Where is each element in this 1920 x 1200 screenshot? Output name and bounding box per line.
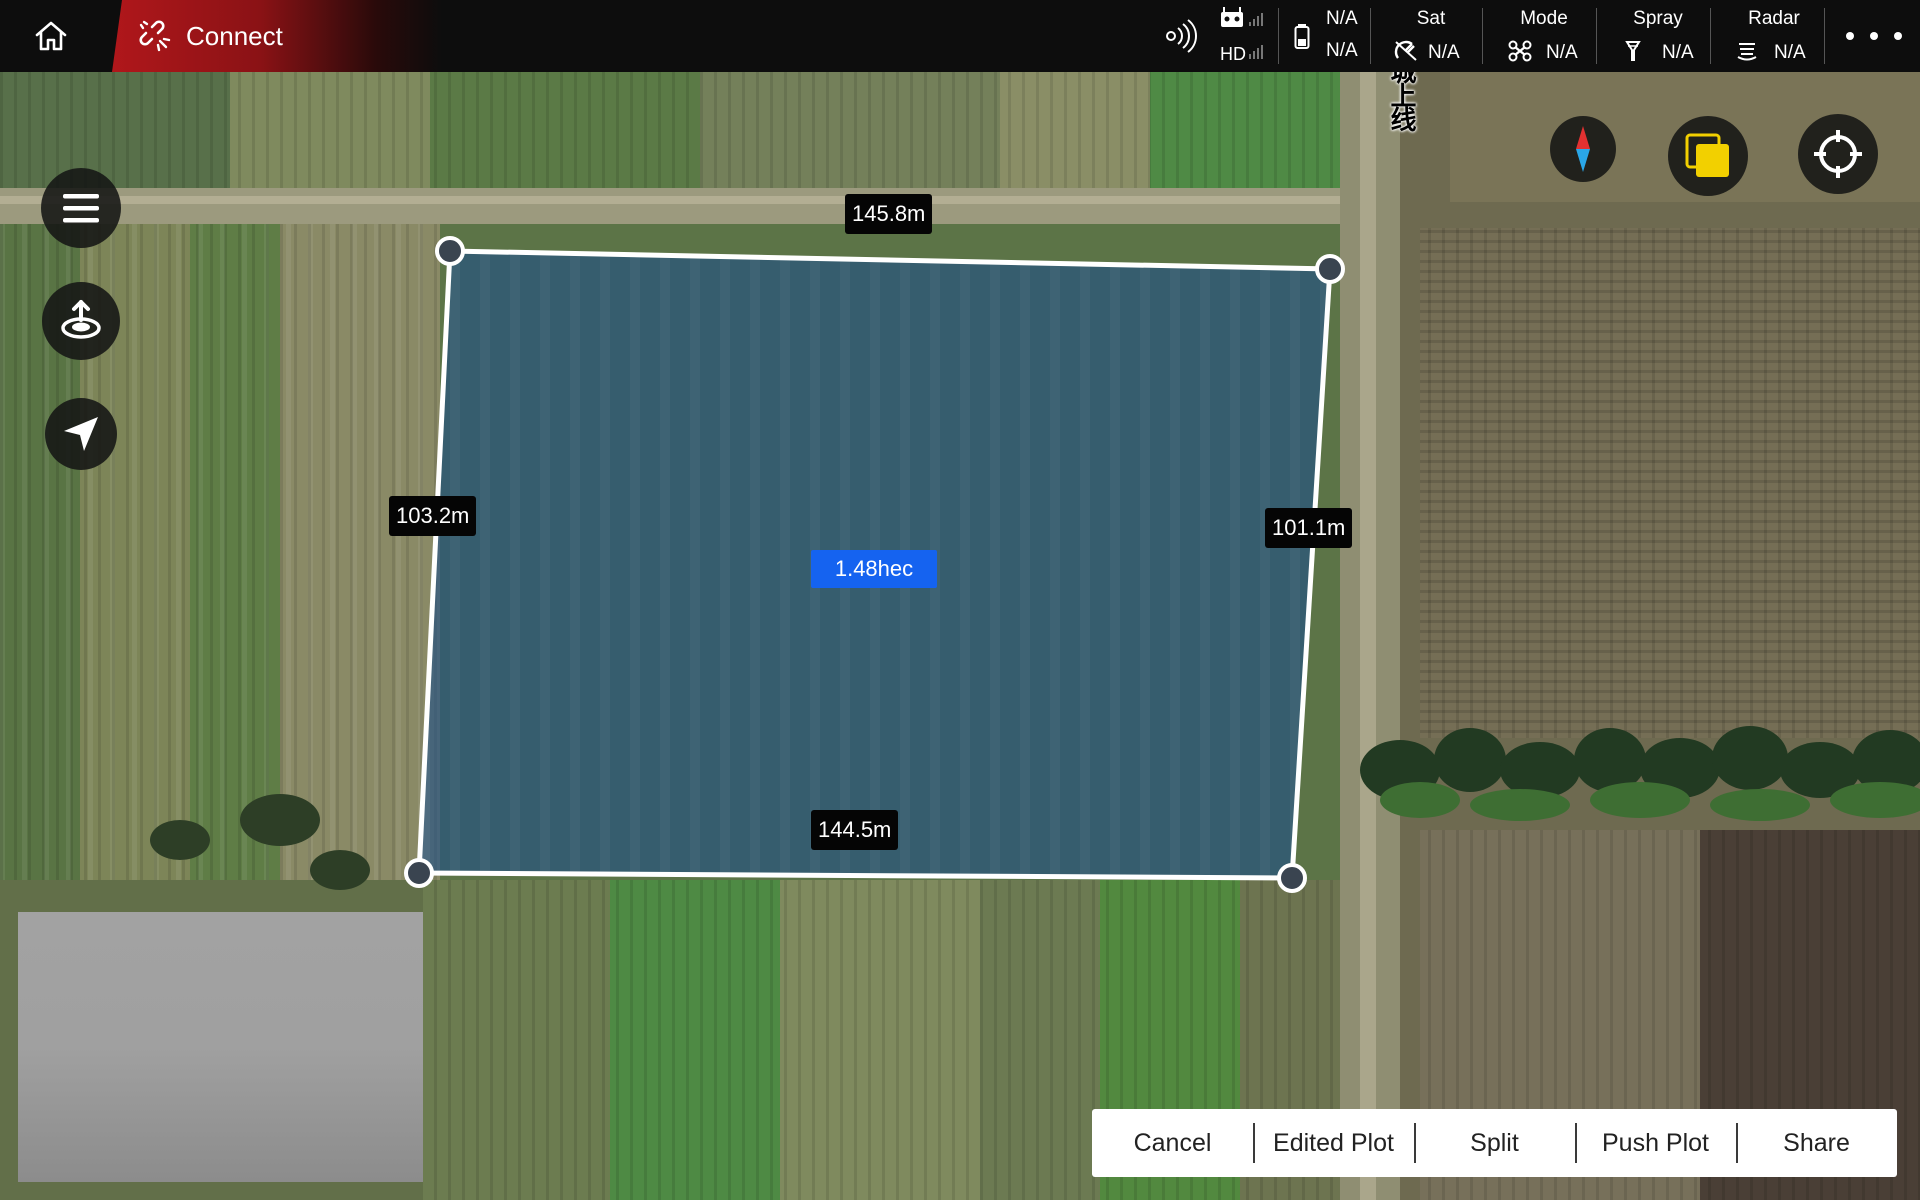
- push-plot-button[interactable]: Push Plot: [1575, 1109, 1736, 1177]
- home-button[interactable]: [22, 14, 80, 58]
- spray-icon: [1625, 41, 1641, 61]
- plot-area-label: 1.48hec: [811, 550, 937, 588]
- remote-controller-icon: [1221, 7, 1263, 27]
- navigation-arrow-icon: [64, 417, 98, 451]
- battery-value: N/A: [1326, 8, 1358, 29]
- edge-length-top: 145.8m: [845, 194, 933, 234]
- cancel-button[interactable]: Cancel: [1092, 1109, 1253, 1177]
- crosshair-icon: [1814, 130, 1862, 178]
- battery-icon: [1294, 24, 1310, 49]
- more-dot-icon: [1894, 32, 1902, 40]
- split-button[interactable]: Split: [1414, 1109, 1575, 1177]
- navigate-to-position-button[interactable]: [45, 398, 117, 470]
- edge-length-right: 101.1m: [1265, 508, 1353, 548]
- edge-length-left: 103.2m: [389, 496, 477, 536]
- compass-button[interactable]: [1550, 116, 1616, 182]
- takeoff-button[interactable]: [42, 282, 120, 360]
- battery-status: N/A N/A: [1290, 0, 1380, 72]
- spray-value: N/A: [1662, 42, 1694, 63]
- recenter-button[interactable]: [1798, 114, 1878, 194]
- home-icon: [35, 21, 67, 51]
- signal-status: HD: [1218, 0, 1268, 72]
- spray-status: Spray N/A: [1608, 0, 1708, 72]
- layers-icon: [1685, 133, 1729, 177]
- radar-status: Radar N/A: [1722, 0, 1826, 72]
- hamburger-menu-icon: [63, 194, 99, 223]
- map-layers-button[interactable]: [1668, 116, 1748, 196]
- hd-label: HD: [1220, 44, 1246, 64]
- radar-icon: [1737, 43, 1757, 61]
- camera-preview[interactable]: [18, 912, 423, 1182]
- vertex-handle-bottom-right[interactable]: [1277, 863, 1307, 893]
- top-status-bar: Connect HD N/A N/A Sat N/A Mode N/A Spra…: [0, 0, 1920, 72]
- radar-value: N/A: [1774, 42, 1806, 63]
- hd-signal-bars-icon: [1249, 45, 1263, 59]
- hd-value: N/A: [1326, 40, 1358, 61]
- more-menu-button[interactable]: [1846, 22, 1902, 50]
- share-button[interactable]: Share: [1736, 1109, 1897, 1177]
- sat-value: N/A: [1428, 42, 1460, 63]
- sat-title: Sat: [1416, 8, 1446, 29]
- plot-action-bar: Cancel Edited Plot Split Push Plot Share: [1092, 1109, 1897, 1177]
- spray-title: Spray: [1633, 8, 1683, 29]
- drone-icon: [1508, 40, 1532, 62]
- mode-title: Mode: [1520, 8, 1568, 29]
- more-dot-icon: [1846, 32, 1854, 40]
- radar-title: Radar: [1748, 8, 1800, 29]
- takeoff-icon: [61, 300, 101, 339]
- connect-label: Connect: [186, 20, 283, 51]
- edge-length-bottom: 144.5m: [811, 810, 899, 850]
- satellite-icon: [1394, 40, 1417, 61]
- broadcast-icon: [1164, 0, 1198, 72]
- vertex-handle-top-right[interactable]: [1315, 254, 1345, 284]
- connect-button[interactable]: Connect: [112, 0, 442, 72]
- vertex-handle-top-left[interactable]: [435, 236, 465, 266]
- satellite-status: Sat N/A: [1380, 0, 1482, 72]
- edited-plot-button[interactable]: Edited Plot: [1253, 1109, 1414, 1177]
- link-broken-icon: [138, 19, 172, 53]
- vertex-handle-bottom-left[interactable]: [404, 858, 434, 888]
- compass-icon: [1576, 126, 1590, 172]
- mode-status: Mode N/A: [1494, 0, 1594, 72]
- menu-button[interactable]: [41, 168, 121, 248]
- mode-value: N/A: [1546, 42, 1578, 63]
- more-dot-icon: [1870, 32, 1878, 40]
